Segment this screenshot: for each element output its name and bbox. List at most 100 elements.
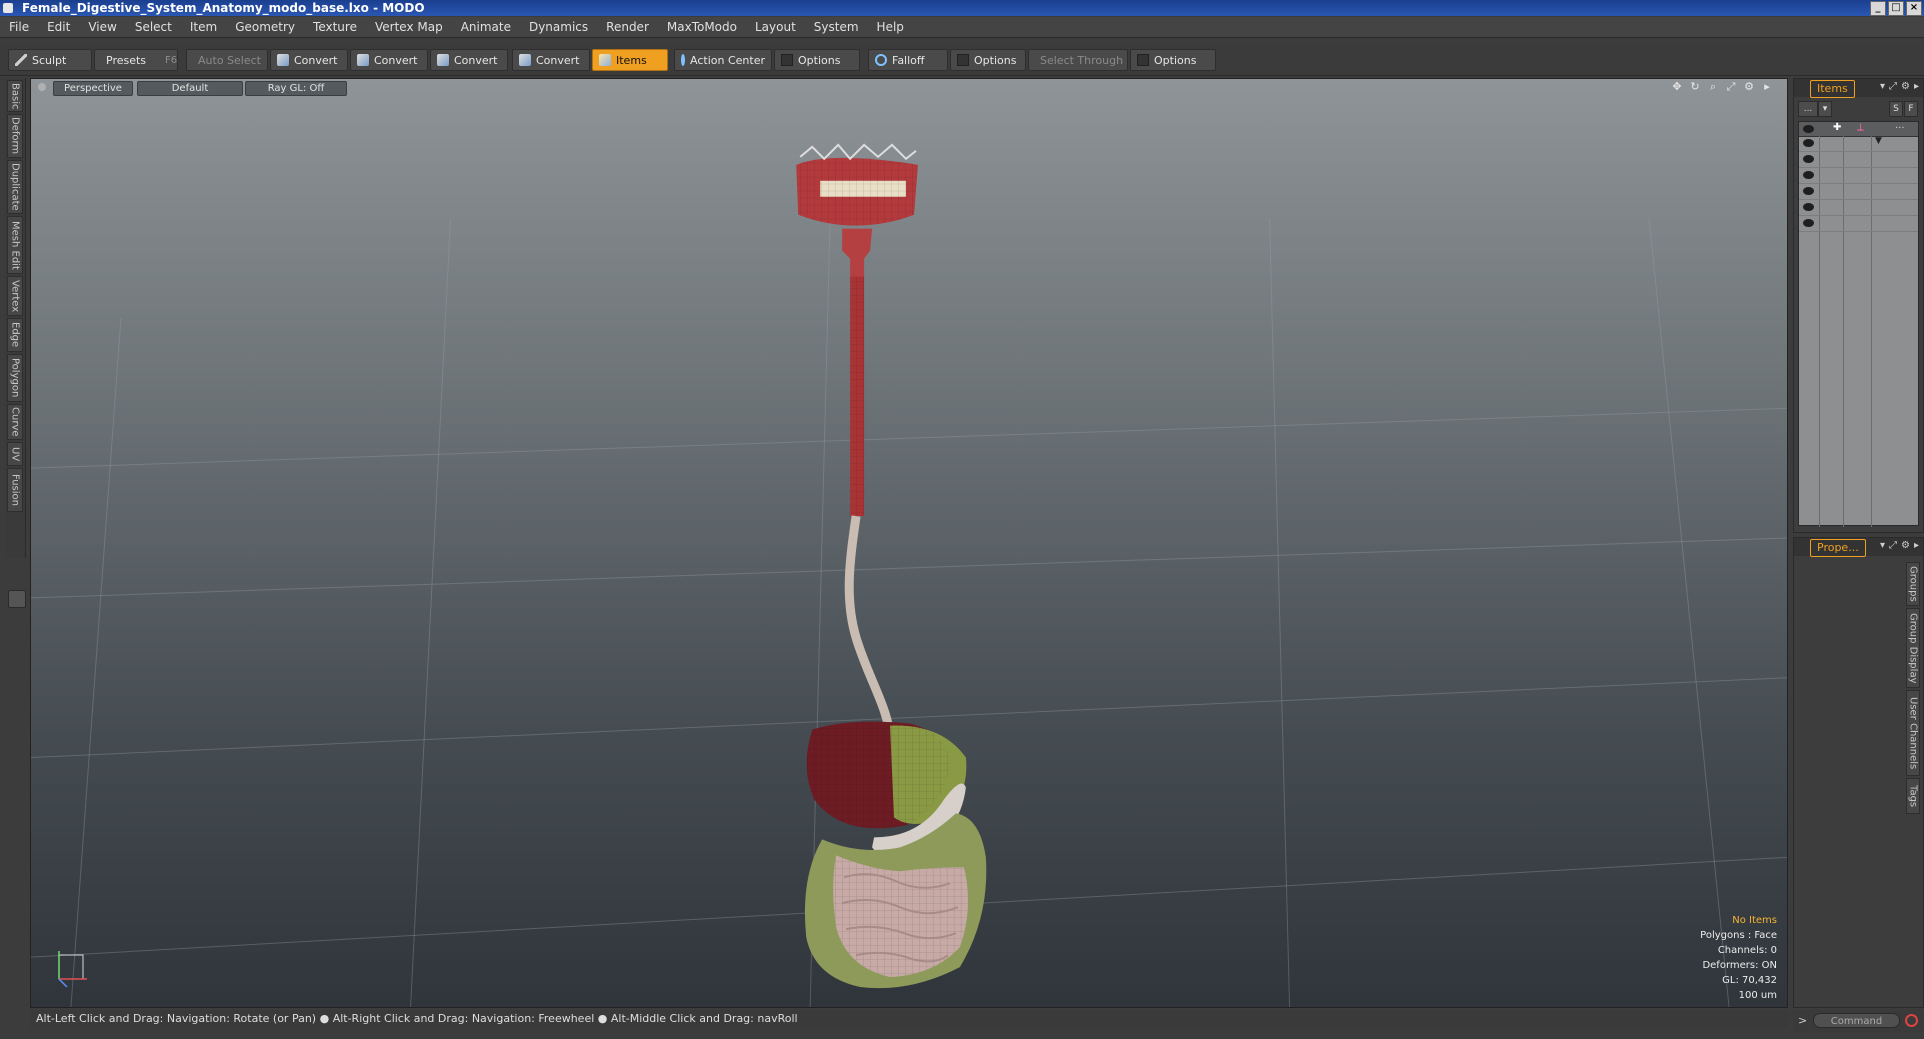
gl-polycount: GL: 70,432 xyxy=(1722,975,1777,986)
tab-properties[interactable]: Prope... xyxy=(1810,539,1866,557)
menu-system[interactable]: System xyxy=(805,20,868,34)
gear-icon[interactable]: ⚙ xyxy=(1901,81,1910,92)
items-mode-button[interactable]: Items xyxy=(592,49,668,71)
list-item[interactable] xyxy=(1799,200,1918,216)
presets-shortcut: F6 xyxy=(165,54,178,66)
expand-arrow-icon[interactable]: ▸ xyxy=(1914,540,1919,551)
convert-icon xyxy=(437,54,449,66)
maximize-panel-icon[interactable]: ⤢ xyxy=(1889,540,1897,551)
filter-toggle-button[interactable]: F xyxy=(1904,101,1918,117)
tab-polygon[interactable]: Polygon xyxy=(7,354,23,402)
tab-duplicate[interactable]: Duplicate xyxy=(7,160,23,214)
3d-viewport[interactable]: Perspective Default Ray GL: Off ✥ ↻ ⌕ ⤢ … xyxy=(30,78,1788,1008)
expand-arrow-icon[interactable]: ▸ xyxy=(1914,81,1919,92)
convert-polygons-button[interactable]: Convert xyxy=(430,49,508,71)
list-item[interactable] xyxy=(1799,216,1918,232)
properties-panel: Prope... ▾ ⤢ ⚙ ▸ Groups Group Display Us… xyxy=(1793,537,1924,1008)
tab-fusion[interactable]: Fusion xyxy=(7,468,23,512)
toolbox-toggle-button[interactable] xyxy=(8,590,26,608)
digestive-system-model[interactable] xyxy=(31,79,1787,1007)
expand-triangle-icon[interactable]: ▼ xyxy=(1875,136,1882,146)
menu-render[interactable]: Render xyxy=(597,20,658,34)
menu-geometry[interactable]: Geometry xyxy=(226,20,304,34)
sculpt-button[interactable]: Sculpt xyxy=(8,49,92,71)
tab-tags[interactable]: Tags xyxy=(1906,778,1920,814)
chevron-down-icon[interactable]: ▾ xyxy=(1880,540,1885,551)
items-panel-header: Items ▾ ⤢ ⚙ ▸ xyxy=(1794,79,1923,98)
convert-items-button[interactable]: Convert xyxy=(512,49,590,71)
eye-icon[interactable] xyxy=(1803,187,1814,195)
axis-gizmo xyxy=(58,951,87,988)
brush-icon xyxy=(15,54,27,66)
tab-deform[interactable]: Deform xyxy=(7,114,23,158)
convert-icon xyxy=(357,54,369,66)
eye-icon[interactable] xyxy=(1803,203,1814,211)
eye-icon[interactable] xyxy=(1803,171,1814,179)
auto-select-button[interactable]: Auto Select xyxy=(186,49,268,71)
pharynx-mesh xyxy=(842,228,873,279)
tab-vertex[interactable]: Vertex xyxy=(7,276,23,316)
tab-mesh-edit[interactable]: Mesh Edit xyxy=(7,216,23,274)
list-item[interactable] xyxy=(1799,184,1918,200)
window-controls: _ □ × xyxy=(1870,1,1922,16)
items-list[interactable]: ✚ ⟂ ... ▼ xyxy=(1798,120,1919,527)
tab-items[interactable]: Items xyxy=(1810,80,1855,98)
items-menu-button[interactable]: ... xyxy=(1798,101,1818,117)
menu-animate[interactable]: Animate xyxy=(452,20,520,34)
chevron-down-icon[interactable]: ▾ xyxy=(1818,101,1832,117)
menu-edit[interactable]: Edit xyxy=(38,20,79,34)
window-title: Female_Digestive_System_Anatomy_modo_bas… xyxy=(22,1,425,15)
record-icon[interactable] xyxy=(1905,1014,1918,1027)
action-center-options-button[interactable]: Options xyxy=(774,49,860,71)
command-history-icon[interactable]: > xyxy=(1798,1014,1807,1027)
tab-uv[interactable]: UV xyxy=(7,442,23,466)
action-center-button[interactable]: Action Center xyxy=(674,49,772,71)
options-checkbox-icon xyxy=(781,54,793,66)
convert-edges-button[interactable]: Convert xyxy=(350,49,428,71)
lock-column-icon: ✚ xyxy=(1833,122,1842,133)
select-through-options-button[interactable]: Options xyxy=(1130,49,1216,71)
options-checkbox-icon xyxy=(1137,54,1149,66)
tab-group-display[interactable]: Group Display xyxy=(1906,608,1920,688)
eye-icon[interactable] xyxy=(1803,155,1814,163)
menu-view[interactable]: View xyxy=(79,20,125,34)
gear-icon[interactable]: ⚙ xyxy=(1901,540,1910,551)
list-item[interactable] xyxy=(1799,152,1918,168)
tab-user-channels[interactable]: User Channels xyxy=(1906,690,1920,776)
chevron-down-icon[interactable]: ▾ xyxy=(1880,81,1885,92)
menu-item[interactable]: Item xyxy=(181,20,226,34)
eye-icon[interactable] xyxy=(1803,139,1814,147)
eye-icon[interactable] xyxy=(1803,219,1814,227)
tab-edge[interactable]: Edge xyxy=(7,318,23,352)
polygons-mode: Polygons : Face xyxy=(1700,930,1777,941)
menu-help[interactable]: Help xyxy=(868,20,913,34)
menu-select[interactable]: Select xyxy=(126,20,181,34)
select-through-button[interactable]: Select Through xyxy=(1028,49,1128,71)
esophagus-lower-mesh xyxy=(844,515,895,739)
panel-controls: ▾ ⤢ ⚙ ▸ xyxy=(1880,540,1919,551)
menu-vertex-map[interactable]: Vertex Map xyxy=(366,20,452,34)
search-toggle-button[interactable]: S xyxy=(1889,101,1903,117)
maximize-button[interactable]: □ xyxy=(1888,1,1904,16)
list-item[interactable] xyxy=(1799,168,1918,184)
menu-texture[interactable]: Texture xyxy=(304,20,366,34)
falloff-icon xyxy=(875,54,887,66)
minimize-button[interactable]: _ xyxy=(1870,1,1886,16)
menu-dynamics[interactable]: Dynamics xyxy=(520,20,597,34)
menu-layout[interactable]: Layout xyxy=(746,20,805,34)
title-bar: Female_Digestive_System_Anatomy_modo_bas… xyxy=(0,0,1924,16)
tab-basic[interactable]: Basic xyxy=(7,80,23,112)
close-button[interactable]: × xyxy=(1906,1,1922,16)
menu-maxtomodo[interactable]: MaxToModo xyxy=(658,20,746,34)
list-item[interactable]: ▼ xyxy=(1799,136,1918,152)
menu-file[interactable]: File xyxy=(0,20,38,34)
menu-bar: File Edit View Select Item Geometry Text… xyxy=(0,17,1924,38)
maximize-panel-icon[interactable]: ⤢ xyxy=(1889,81,1897,92)
tab-curve[interactable]: Curve xyxy=(7,404,23,440)
falloff-button[interactable]: Falloff xyxy=(868,49,948,71)
command-input[interactable]: Command xyxy=(1813,1013,1900,1028)
falloff-options-button[interactable]: Options xyxy=(950,49,1026,71)
convert-vertices-button[interactable]: Convert xyxy=(270,49,348,71)
tab-groups[interactable]: Groups xyxy=(1906,562,1920,606)
presets-button[interactable]: Presets F6 xyxy=(94,49,178,71)
